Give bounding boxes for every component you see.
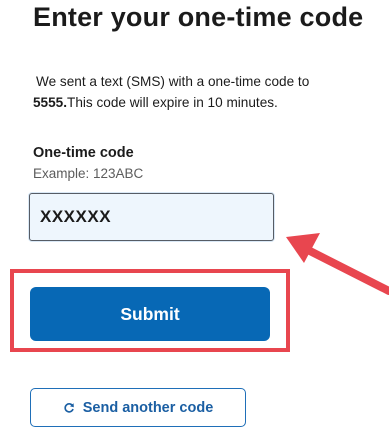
phone-number-suffix: 5555. — [33, 95, 68, 110]
code-field-hint: Example: 123ABC — [33, 166, 144, 181]
one-time-code-page: Enter your one-time code We sent a text … — [0, 0, 389, 428]
expiry-notice: This code will expire in 10 minutes. — [67, 95, 278, 110]
page-title: Enter your one-time code — [33, 2, 364, 32]
description-line-2: 5555.This code will expire in 10 minutes… — [33, 92, 309, 113]
annotation-arrow — [286, 233, 389, 295]
code-sent-description: We sent a text (SMS) with a one-time cod… — [33, 71, 309, 113]
description-line-1: We sent a text (SMS) with a one-time cod… — [36, 74, 310, 89]
submit-button[interactable]: Submit — [30, 287, 270, 341]
refresh-icon — [64, 402, 74, 413]
send-another-code-button[interactable]: Send another code — [30, 388, 246, 427]
send-another-code-label: Send another code — [82, 399, 214, 416]
code-field-label: One-time code — [33, 145, 134, 161]
one-time-code-input[interactable] — [29, 193, 274, 241]
